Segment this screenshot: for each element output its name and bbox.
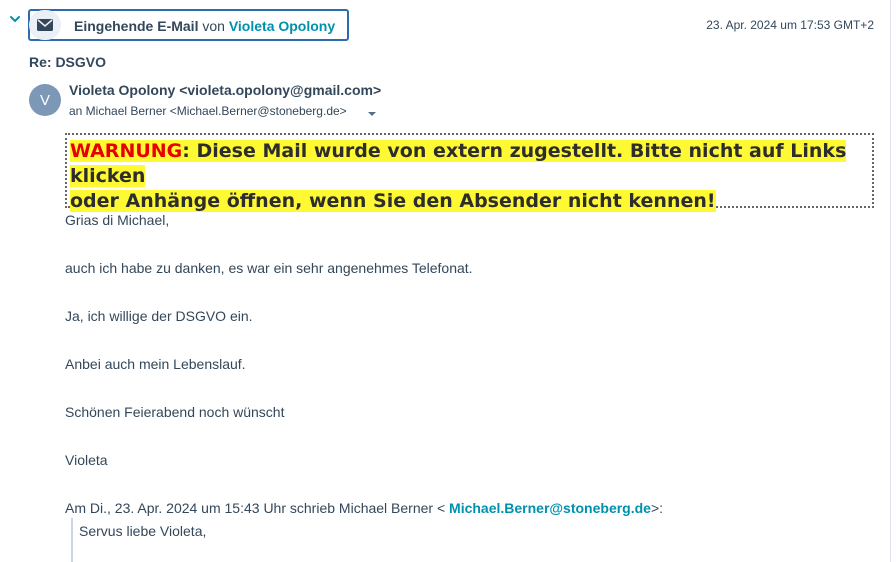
scrollbar-track[interactable] [890,0,891,562]
body-line: Ja, ich willige der DSGVO ein. [65,308,253,324]
email-timestamp: 23. Apr. 2024 um 17:53 GMT+2 [706,18,874,32]
external-mail-warning: WARNUNG: Diese Mail wurde von extern zug… [65,133,874,212]
body-line: Anbei auch mein Lebenslauf. [65,356,246,372]
header-sender-link[interactable]: Violeta Opolony [229,18,335,34]
chevron-down-icon[interactable] [8,12,22,26]
body-line: auch ich habe zu danken, es war ein sehr… [65,260,473,276]
warning-label: WARNUNG [70,140,183,162]
avatar: V [29,84,61,116]
email-header-title[interactable]: Eingehende E-Mail von Violeta Opolony [74,17,335,35]
quote-email-link[interactable]: Michael.Berner@stoneberg.de [449,500,651,516]
email-type-label: Eingehende E-Mail [74,18,199,34]
email-subject: Re: DSGVO [29,54,107,70]
from-word: von [202,18,225,34]
body-line: Violeta [65,452,108,468]
body-line: Schönen Feierabend noch wünscht [65,404,285,420]
quote-intro-suffix: >: [650,500,664,516]
warning-text-line2: oder Anhänge öffnen, wenn Sie den Absend… [70,190,716,212]
quote-first-line: Servus liebe Violeta, [79,523,207,539]
quote-intro: Am Di., 23. Apr. 2024 um 15:43 Uhr schri… [65,500,663,516]
warning-text-line1: : Diese Mail wurde von extern zugestellt… [70,140,847,187]
recipient-line: an Michael Berner <Michael.Berner@stoneb… [69,104,347,118]
envelope-icon [29,10,61,40]
caret-down-icon[interactable] [366,106,378,116]
quote-intro-text: Am Di., 23. Apr. 2024 um 15:43 Uhr schri… [65,500,450,516]
body-line: Grias di Michael, [65,212,170,228]
sender-name-email: Violeta Opolony <violeta.opolony@gmail.c… [69,82,382,98]
quote-bar [71,518,73,562]
